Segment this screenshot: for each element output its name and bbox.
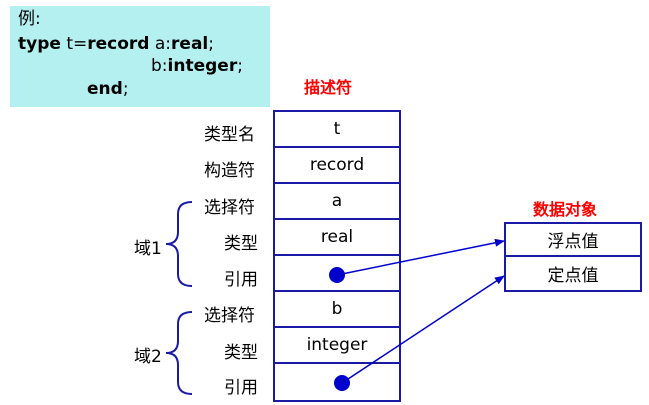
cell-reference-a (275, 256, 399, 292)
descriptor-table: t record a real b integer (273, 110, 401, 402)
row-label-type-name: 类型名 (204, 125, 255, 145)
field-a: a: (149, 34, 172, 54)
keyword-end: end (87, 79, 123, 99)
code-line-2: b:integer; (151, 58, 243, 75)
cell-selector-a: a (275, 184, 399, 220)
row-label-constructor: 构造符 (204, 161, 255, 181)
data-object-fixed: 定点值 (547, 266, 599, 286)
domain-label-1: 域1 (134, 239, 162, 259)
code-example-box: 例: type t=record a:real; b:integer; end; (10, 6, 270, 107)
cell-type-a: real (275, 220, 399, 256)
semicolon: ; (122, 79, 129, 99)
code-line-3: end; (87, 81, 129, 98)
row-label-type-a: 类型 (224, 234, 258, 254)
brace-domain-2 (165, 311, 193, 395)
row-label-reference-a: 引用 (224, 270, 258, 290)
semicolon: ; (237, 56, 243, 76)
cell-type-name: t (275, 112, 399, 148)
row-label-type-b: 类型 (224, 343, 258, 363)
data-objects-title: 数据对象 (533, 200, 598, 219)
keyword-type: type (18, 34, 61, 54)
example-label: 例: (18, 9, 41, 29)
field-b: b: (151, 56, 168, 76)
type-name-t: t= (60, 34, 88, 54)
cell-selector-b: b (275, 292, 399, 328)
data-object-float: 浮点值 (506, 224, 640, 257)
data-objects-table: 浮点值 定点值 (504, 222, 642, 292)
keyword-real: real (171, 34, 209, 54)
semicolon: ; (208, 34, 214, 54)
keyword-integer: integer (167, 56, 238, 76)
descriptor-title: 描述符 (304, 78, 353, 97)
cell-type-b: integer (275, 328, 399, 364)
row-label-selector-a: 选择符 (204, 198, 255, 218)
domain-label-2: 域2 (134, 347, 162, 367)
cell-constructor: record (275, 148, 399, 184)
brace-domain-1 (165, 201, 193, 287)
code-line-1: type t=record a:real; (18, 36, 214, 53)
row-label-reference-b: 引用 (224, 378, 258, 398)
keyword-record: record (87, 34, 150, 54)
cell-reference-b (275, 364, 399, 400)
row-label-selector-b: 选择符 (204, 306, 255, 326)
